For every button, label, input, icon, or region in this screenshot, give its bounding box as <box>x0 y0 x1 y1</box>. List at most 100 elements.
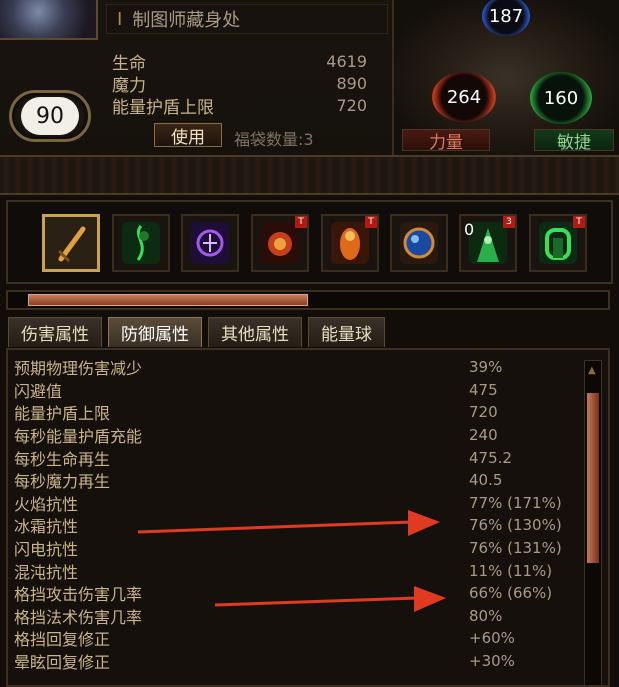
stat-label: 每秒魔力再生 <box>14 472 111 492</box>
stat-label: 能量护盾上限 <box>14 404 111 424</box>
tab-defense[interactable]: 防御属性 <box>108 317 202 347</box>
skill-slot-7[interactable]: 0 3 <box>459 214 517 272</box>
purple-rune-icon <box>191 222 229 264</box>
stat-label: 格挡回复修正 <box>14 630 111 650</box>
tab-other[interactable]: 其他属性 <box>208 317 302 347</box>
skill-slot-8[interactable]: T <box>529 214 587 272</box>
skill-slot-5[interactable]: T <box>321 214 379 272</box>
list-item: 格挡攻击伤害几率 66% (66%) <box>14 582 574 605</box>
stat-label: 混沌抗性 <box>14 562 79 582</box>
intelligence-value: 187 <box>488 5 524 27</box>
title-marker-icon: Ⅰ <box>117 8 123 30</box>
defense-stats-panel: 预期物理伤害减少 39% 闪避值 475 能量护盾上限 720 每秒能量护盾充能 240… <box>6 348 610 687</box>
green-aura-icon <box>469 222 507 264</box>
stat-value: 890 <box>336 73 367 93</box>
scrollbar-thumb[interactable] <box>28 294 308 306</box>
trigger-tag: T <box>365 216 377 228</box>
sword-icon <box>57 226 86 263</box>
strength-label: 力量 <box>402 129 490 153</box>
panel-divider <box>0 155 619 195</box>
stat-value: 720 <box>469 403 498 422</box>
list-item: 闪电抗性 76% (131%) <box>14 537 574 560</box>
list-item: 预期物理伤害减少 39% <box>14 356 574 379</box>
stat-label: 预期物理伤害减少 <box>14 359 143 379</box>
stat-value: 11% (11%) <box>469 561 553 580</box>
stat-label: 冰霜抗性 <box>14 517 79 537</box>
stat-label: 每秒能量护盾充能 <box>14 427 143 447</box>
strength-value: 264 <box>446 86 482 108</box>
fire-fist-icon <box>261 222 299 264</box>
character-portrait <box>0 0 98 40</box>
blue-orb-icon <box>400 222 438 264</box>
tab-charges[interactable]: 能量球 <box>308 317 385 347</box>
scroll-up-icon[interactable]: ▲ <box>588 365 596 376</box>
burning-figure-icon <box>331 222 369 264</box>
list-item: 闪避值 475 <box>14 379 574 402</box>
skill-bar-scrollbar[interactable] <box>6 290 610 310</box>
green-figure-icon <box>122 222 160 264</box>
stats-scrollbar[interactable]: ▲ <box>584 360 602 685</box>
level-badge: 90 <box>9 90 91 142</box>
stat-value: 40.5 <box>469 471 503 490</box>
character-panel: Ⅰ 制图师藏身处 生命 4619 魔力 890 能量护盾上限 720 90 使用… <box>0 0 619 155</box>
stat-label: 火焰抗性 <box>14 494 79 514</box>
bag-count: 福袋数量:3 <box>234 130 314 149</box>
list-item: 火焰抗性 77% (171%) <box>14 492 574 515</box>
stat-value: +30% <box>469 652 515 671</box>
defense-stats-list: 预期物理伤害减少 39% 闪避值 475 能量护盾上限 720 每秒能量护盾充能 240… <box>14 356 574 672</box>
level-value: 90 <box>21 97 79 135</box>
skill-slot-6[interactable] <box>390 214 448 272</box>
list-item: 每秒能量护盾充能 240 <box>14 424 574 447</box>
strength-orb: 264 <box>432 72 496 122</box>
hideout-title: 制图师藏身处 <box>132 10 241 31</box>
stat-value: 720 <box>336 95 367 115</box>
intelligence-orb: 187 <box>482 0 530 36</box>
stat-value: +60% <box>469 629 515 648</box>
attribute-orbs: 187 264 160 力量 敏捷 <box>392 0 619 155</box>
list-item: 能量护盾上限 720 <box>14 401 574 424</box>
tab-damage[interactable]: 伤害属性 <box>8 317 102 347</box>
dexterity-value: 160 <box>543 87 579 109</box>
charge-tag: 3 <box>503 216 515 228</box>
list-item: 晕眩回复修正 +30% <box>14 650 574 673</box>
stat-value: 77% (171%) <box>469 493 562 512</box>
skill-slot-3[interactable] <box>181 214 239 272</box>
scrollbar-thumb[interactable] <box>587 393 599 563</box>
stat-label: 闪避值 <box>14 381 63 401</box>
list-item: 混沌抗性 11% (11%) <box>14 559 574 582</box>
list-item: 格挡法术伤害几率 80% <box>14 605 574 628</box>
list-item: 每秒生命再生 475.2 <box>14 446 574 469</box>
dexterity-orb: 160 <box>530 72 592 124</box>
stat-value: 76% (130%) <box>469 516 562 535</box>
stat-row-mana: 魔力 890 <box>112 72 367 96</box>
stat-value: 475 <box>469 380 498 399</box>
trigger-tag: T <box>573 216 585 228</box>
use-button[interactable]: 使用 <box>154 123 222 148</box>
attribute-tabs: 伤害属性 防御属性 其他属性 能量球 <box>8 317 385 349</box>
stat-value: 66% (66%) <box>469 584 553 603</box>
flask-count: 0 <box>464 220 475 239</box>
list-item: 冰霜抗性 76% (130%) <box>14 514 574 537</box>
skill-slot-4[interactable]: T <box>251 214 309 272</box>
stat-value: 39% <box>469 358 503 377</box>
stat-label: 格挡攻击伤害几率 <box>14 585 143 605</box>
skill-bar: T T 0 3 T <box>6 200 613 284</box>
list-item: 每秒魔力再生 40.5 <box>14 469 574 492</box>
stat-label: 每秒生命再生 <box>14 449 111 469</box>
stat-value: 80% <box>469 606 503 625</box>
dexterity-label: 敏捷 <box>534 129 614 153</box>
stat-label: 能量护盾上限 <box>112 97 214 118</box>
list-item: 格挡回复修正 +60% <box>14 627 574 650</box>
skill-slot-1[interactable] <box>42 214 100 272</box>
stat-value: 240 <box>469 426 498 445</box>
stat-value: 475.2 <box>469 448 512 467</box>
green-gate-icon <box>539 222 577 264</box>
stat-label: 晕眩回复修正 <box>14 653 111 673</box>
stat-value: 76% (131%) <box>469 539 562 558</box>
stat-label: 格挡法术伤害几率 <box>14 607 143 627</box>
skill-slot-2[interactable] <box>112 214 170 272</box>
stat-row-life: 生命 4619 <box>112 50 367 74</box>
core-stats: 生命 4619 魔力 890 能量护盾上限 720 <box>112 50 367 118</box>
stat-row-energy-shield: 能量护盾上限 720 <box>112 94 367 118</box>
stat-label: 闪电抗性 <box>14 540 79 560</box>
